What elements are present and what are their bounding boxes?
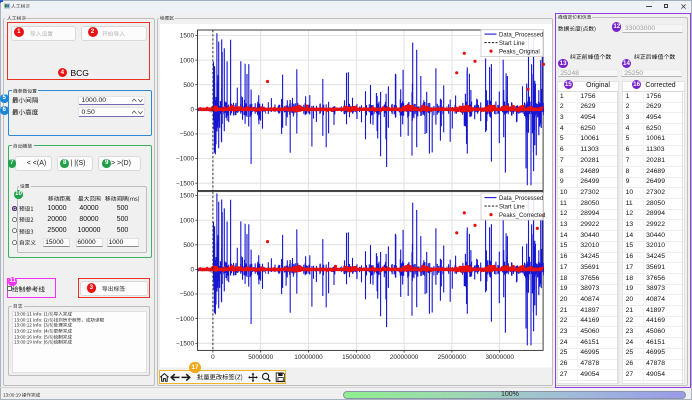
svg-text:1500: 1500 — [179, 193, 194, 200]
svg-text:Peaks_Corrected: Peaks_Corrected — [499, 213, 545, 219]
svg-text:1000: 1000 — [179, 57, 194, 64]
svg-text:500: 500 — [183, 82, 194, 89]
svg-text:10000000: 10000000 — [294, 354, 323, 361]
svg-text:Start Line: Start Line — [499, 204, 525, 210]
svg-text:−500: −500 — [179, 291, 194, 298]
svg-text:25000000: 25000000 — [437, 354, 466, 361]
svg-text:1000: 1000 — [179, 217, 194, 224]
svg-text:0: 0 — [211, 354, 215, 361]
svg-text:5000000: 5000000 — [248, 354, 273, 361]
svg-text:500: 500 — [183, 242, 194, 249]
svg-text:−500: −500 — [179, 131, 194, 138]
svg-text:20000000: 20000000 — [389, 354, 418, 361]
svg-text:30000000: 30000000 — [485, 354, 514, 361]
svg-text:−1000: −1000 — [176, 316, 194, 323]
svg-text:−1500: −1500 — [176, 341, 194, 348]
svg-text:15000000: 15000000 — [342, 354, 371, 361]
svg-text:Data_Processed: Data_Processed — [499, 196, 543, 202]
svg-text:−1000: −1000 — [176, 156, 194, 163]
svg-text:Peaks_Original: Peaks_Original — [499, 49, 540, 55]
svg-text:0: 0 — [190, 107, 194, 114]
svg-text:Start Line: Start Line — [499, 41, 525, 47]
svg-text:1500: 1500 — [179, 33, 194, 40]
svg-text:−1500: −1500 — [176, 180, 194, 187]
svg-text:0: 0 — [190, 267, 194, 274]
svg-text:Data_Processed: Data_Processed — [499, 32, 543, 38]
